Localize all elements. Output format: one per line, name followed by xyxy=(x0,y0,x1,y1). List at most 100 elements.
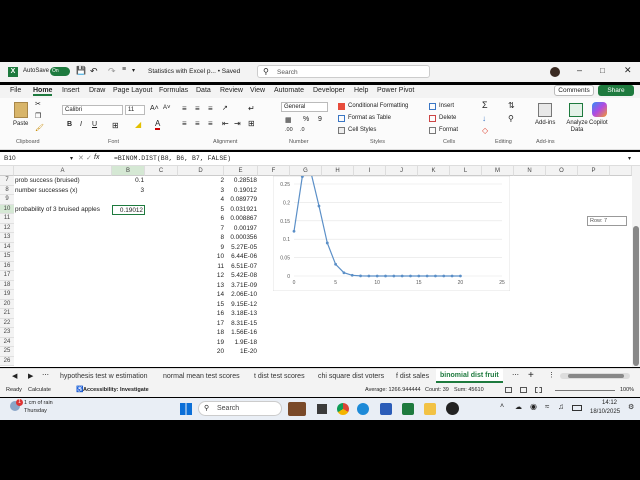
row-header[interactable]: 13 xyxy=(0,233,14,243)
cancel-icon[interactable]: ✕ xyxy=(78,154,84,162)
row-header[interactable]: 25 xyxy=(0,347,14,357)
page-layout-view-icon[interactable] xyxy=(520,387,527,393)
autosum-icon[interactable]: Σ xyxy=(482,100,488,110)
cell-d[interactable]: 9 xyxy=(178,243,224,253)
column-header[interactable]: C xyxy=(145,166,178,176)
cell-e[interactable]: 0.19012 xyxy=(224,186,257,196)
format-cells-button[interactable]: Format xyxy=(439,127,458,133)
wifi-icon[interactable]: ≈ xyxy=(545,402,549,411)
sheet-tab-active[interactable]: binomial dist fruit xyxy=(436,369,503,383)
column-header[interactable]: E xyxy=(224,166,258,176)
search-box[interactable]: ⚲ Search xyxy=(257,65,430,78)
zoom-level[interactable]: 100% xyxy=(620,387,634,393)
clock-time[interactable]: 14:12 xyxy=(602,400,617,406)
paste-button[interactable]: Paste xyxy=(13,121,28,127)
more-sheets-icon[interactable]: ⋯ xyxy=(42,371,49,379)
paste-icon[interactable] xyxy=(14,102,28,118)
cell-e[interactable]: 0.00197 xyxy=(224,224,257,234)
bold-icon[interactable]: B xyxy=(67,121,72,128)
font-color-icon[interactable]: A xyxy=(155,119,161,130)
row-header[interactable]: 18 xyxy=(0,280,14,290)
word-icon[interactable] xyxy=(380,403,392,415)
add-ins-icon[interactable] xyxy=(538,103,552,117)
italic-icon[interactable]: I xyxy=(80,121,82,128)
status-sum[interactable]: Sum: 45610 xyxy=(454,387,484,393)
taskbar-app-icon[interactable] xyxy=(288,402,306,416)
status-average[interactable]: Average: 1266.944444 xyxy=(365,387,421,393)
align-right-icon[interactable]: ≡ xyxy=(208,119,213,128)
cut-icon[interactable]: ✂ xyxy=(35,100,41,108)
accounting-format-icon[interactable]: ▦ xyxy=(285,116,292,124)
delete-cells-button[interactable]: Delete xyxy=(439,115,456,121)
fill-icon[interactable]: ↓ xyxy=(482,114,486,123)
formula-input[interactable]: =BINOM.DIST(B8, B6, B7, FALSE) xyxy=(114,155,231,162)
clear-icon[interactable]: ◇ xyxy=(482,126,488,135)
comma-style-icon[interactable]: 9 xyxy=(318,116,322,123)
menu-file[interactable]: File xyxy=(10,87,21,94)
cell-e[interactable]: 0.008867 xyxy=(224,214,257,224)
copilot-icon[interactable] xyxy=(592,102,607,117)
enter-icon[interactable]: ✓ xyxy=(86,154,92,162)
tab-split-icon[interactable]: ⋮ xyxy=(548,371,555,379)
column-header[interactable]: J xyxy=(386,166,418,176)
menu-developer[interactable]: Developer xyxy=(313,87,345,94)
minimize-icon[interactable]: – xyxy=(577,65,582,75)
font-name-select[interactable]: Calibri xyxy=(62,105,123,115)
cell-e[interactable]: 5.42E-08 xyxy=(224,271,257,281)
borders-icon[interactable]: ⊞ xyxy=(112,121,119,130)
fill-color-icon[interactable]: ◢ xyxy=(135,120,141,129)
binomial-chart[interactable]: 0 0.05 0.1 0.15 0.2 0.25 0 5 10 15 20 25 xyxy=(273,176,510,291)
network-icon[interactable]: ☁ xyxy=(515,403,522,411)
cell-d[interactable]: 13 xyxy=(178,281,224,291)
save-icon[interactable]: 💾 xyxy=(76,66,86,75)
format-as-table-icon[interactable] xyxy=(338,115,345,122)
cell-e[interactable]: 9.15E-12 xyxy=(224,300,257,310)
edge-icon[interactable] xyxy=(357,403,369,415)
cell-d[interactable]: 7 xyxy=(178,224,224,234)
row-header[interactable]: 14 xyxy=(0,242,14,252)
windows-start-icon[interactable] xyxy=(180,403,192,415)
format-painter-icon[interactable]: 🖌 xyxy=(35,124,44,132)
row-header[interactable]: 24 xyxy=(0,337,14,347)
maximize-icon[interactable]: □ xyxy=(600,66,605,75)
row-header[interactable]: 20 xyxy=(0,299,14,309)
cell-e[interactable]: 2.06E-10 xyxy=(224,290,257,300)
add-sheet-icon[interactable]: + xyxy=(528,370,534,381)
cell-e[interactable]: 0.031921 xyxy=(224,205,257,215)
status-accessibility[interactable]: Accessibility: Investigate xyxy=(83,387,149,393)
status-count[interactable]: Count: 39 xyxy=(425,387,449,393)
cell-e[interactable]: 3.71E-09 xyxy=(224,281,257,291)
share-button[interactable]: Share xyxy=(598,85,634,96)
tray-chevron-icon[interactable]: ˄ xyxy=(500,403,504,410)
tray-icon[interactable]: ◉ xyxy=(530,402,537,411)
row-header[interactable]: 22 xyxy=(0,318,14,328)
column-header[interactable]: F xyxy=(258,166,290,176)
normal-view-icon[interactable] xyxy=(505,387,512,393)
column-header[interactable]: N xyxy=(514,166,546,176)
cell-d[interactable]: 16 xyxy=(178,309,224,319)
file-explorer-icon[interactable] xyxy=(424,403,436,415)
column-header[interactable]: O xyxy=(546,166,578,176)
insert-cells-button[interactable]: Insert xyxy=(439,103,454,109)
cell-d[interactable]: 14 xyxy=(178,290,224,300)
menu-formulas[interactable]: Formulas xyxy=(159,87,188,94)
decrease-decimal-icon[interactable]: .0 xyxy=(300,127,305,133)
excel-taskbar-icon[interactable] xyxy=(402,403,414,415)
cell-e[interactable]: 0.28518 xyxy=(224,176,257,186)
battery-icon[interactable] xyxy=(572,405,582,411)
merge-center-icon[interactable]: ⊞ xyxy=(248,119,255,128)
insert-function-icon[interactable]: fx xyxy=(94,154,99,161)
cell-d[interactable]: 15 xyxy=(178,300,224,310)
cell-d[interactable]: 5 xyxy=(178,205,224,215)
cell-e[interactable]: 5.27E-05 xyxy=(224,243,257,253)
copilot-button[interactable]: Copilot xyxy=(589,120,608,126)
cell-d[interactable]: 12 xyxy=(178,271,224,281)
comments-button[interactable]: Comments xyxy=(554,85,594,96)
column-header[interactable]: B xyxy=(112,166,145,176)
cell-b7[interactable]: 0.1 xyxy=(112,176,144,186)
horizontal-scrollbar[interactable] xyxy=(560,373,630,379)
menu-view[interactable]: View xyxy=(250,87,265,94)
row-header[interactable]: 11 xyxy=(0,214,14,224)
file-title[interactable]: Statistics with Excel p... • Saved xyxy=(148,68,240,75)
taskbar-search[interactable]: ⚲ Search xyxy=(198,401,282,416)
